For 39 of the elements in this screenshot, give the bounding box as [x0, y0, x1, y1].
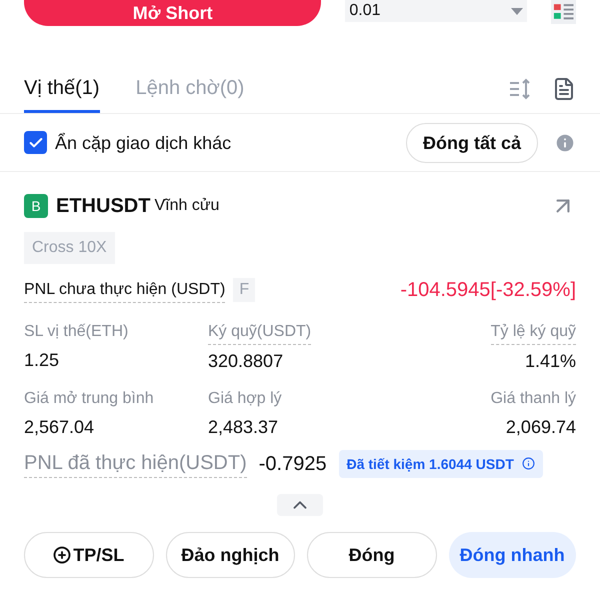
tab[interactable]: Vị thế(1) — [24, 74, 100, 113]
savings-badge: Đã tiết kiệm 1.6044 USDT — [338, 450, 543, 478]
field-label: Tỷ lệ ký quỹ — [490, 320, 576, 345]
symbol: ETHUSDT — [56, 194, 150, 219]
margin-mode-tag: Cross 10X — [24, 232, 115, 264]
caret-icon — [510, 8, 523, 14]
unrealized-pnl-value: -104.5945[-32.59%] — [400, 278, 576, 303]
side-badge: B — [24, 194, 48, 218]
field-label: Ký quỹ(USDT) — [208, 320, 312, 345]
open-short-button[interactable]: Mở Short — [24, 0, 322, 26]
field-label: Giá thanh lý — [490, 389, 576, 409]
field-value: 2,567.04 — [24, 416, 94, 439]
action-button[interactable]: Đóng — [307, 532, 436, 578]
action-button[interactable]: TP/SL — [24, 532, 154, 578]
checkbox-label: Ẩn cặp giao dịch khác — [55, 132, 232, 155]
quantity-field[interactable]: 0.01 — [345, 0, 527, 22]
add-icon — [53, 546, 72, 564]
contract-type: Vĩnh cửu — [154, 196, 220, 216]
field-value: 2,483.37 — [208, 416, 278, 439]
field-value: 2,069.74 — [506, 416, 576, 439]
document-icon[interactable] — [552, 77, 576, 101]
action-button[interactable]: Đảo nghịch — [166, 532, 295, 578]
field-label: Giá mở trung bình — [24, 389, 154, 409]
field-value: 320.8807 — [208, 350, 284, 373]
action-button[interactable]: Đóng nhanh — [448, 532, 576, 578]
realized-pnl-value: -0.7925 — [258, 452, 327, 476]
checkbox[interactable] — [24, 131, 47, 154]
sort-icon[interactable] — [508, 77, 532, 101]
field-value: 1.25 — [24, 349, 60, 372]
field-value: 1.41% — [524, 350, 576, 373]
realized-pnl-label: PNL đã thực hiện(USDT) — [24, 449, 247, 478]
tag: F — [233, 278, 256, 302]
close-all-button[interactable]: Đóng tất cả — [406, 122, 538, 162]
unrealized-pnl-label: PNL chưa thực hiện (USDT) — [24, 278, 226, 302]
field-label: Giá hợp lý — [208, 389, 282, 409]
order-book-icon[interactable] — [550, 0, 576, 24]
field-label: SL vị thế(ETH) — [24, 322, 128, 342]
info-icon[interactable] — [522, 457, 535, 470]
collapse-button[interactable] — [277, 494, 323, 516]
